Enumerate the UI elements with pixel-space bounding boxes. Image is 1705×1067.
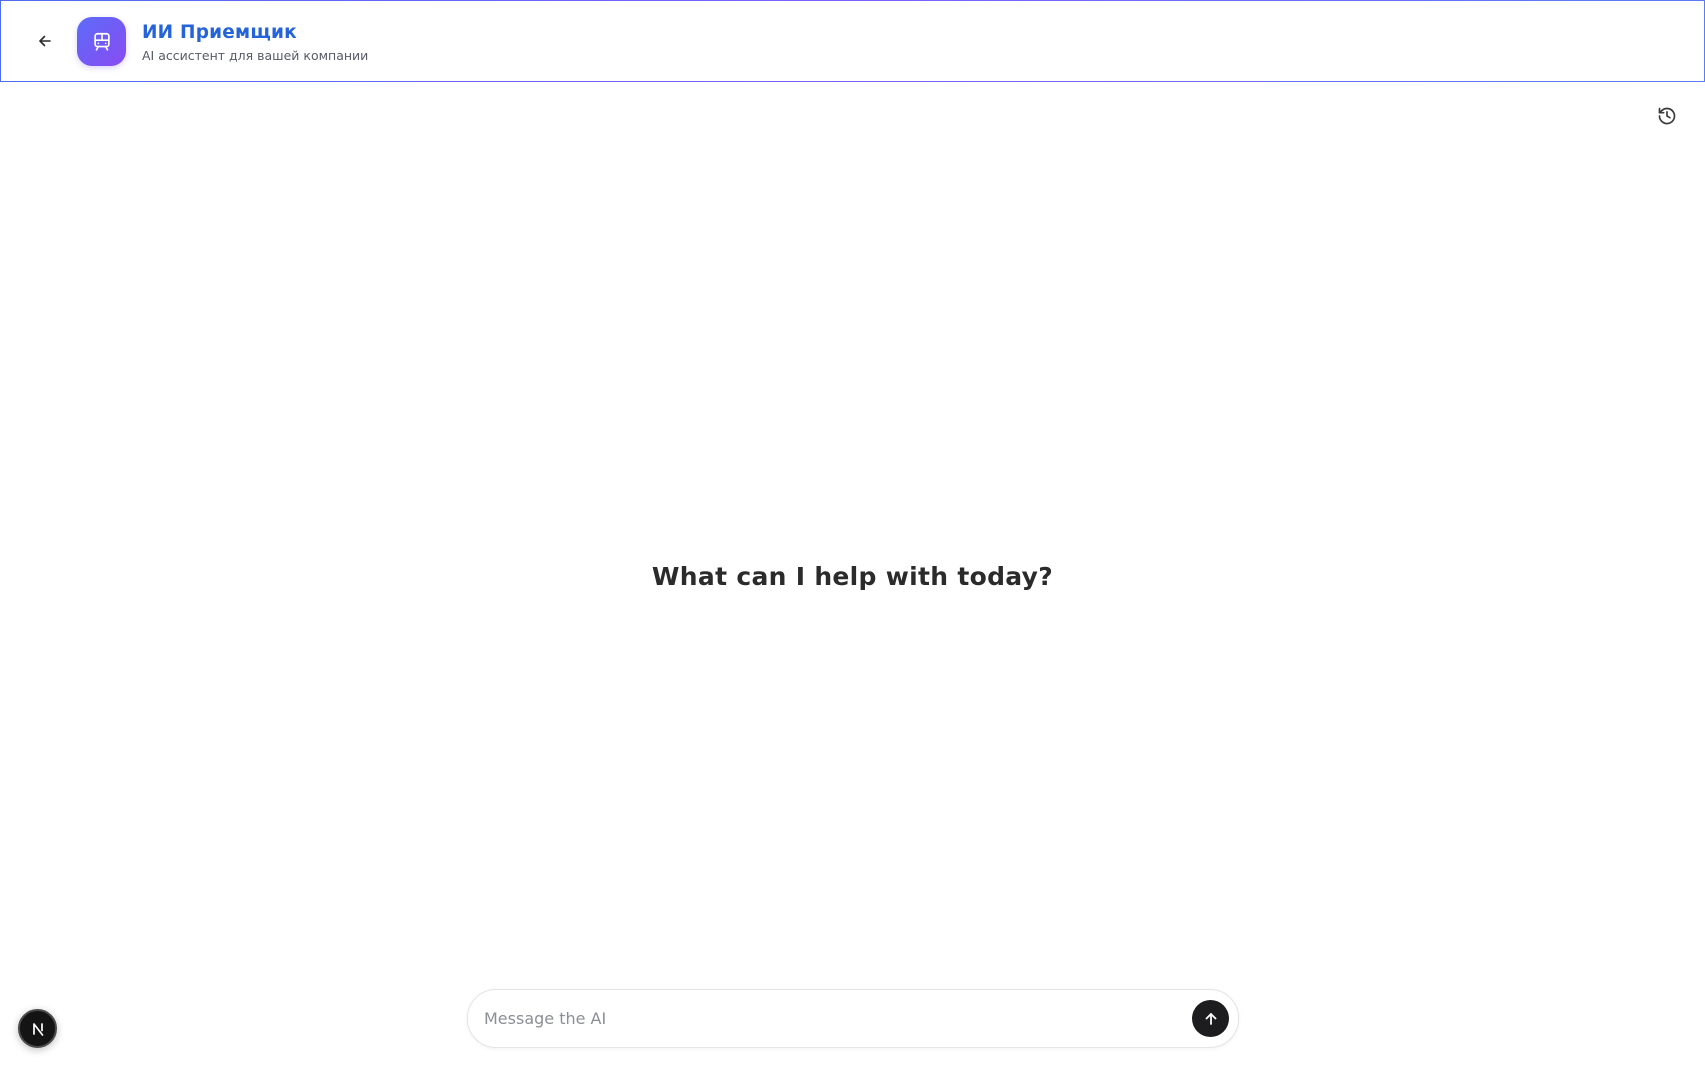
welcome-heading: What can I help with today? [651, 562, 1054, 591]
history-icon [1658, 107, 1676, 125]
app-header: ИИ Приемщик AI ассистент для вашей компа… [0, 0, 1705, 82]
nextjs-dev-badge[interactable] [18, 1009, 57, 1048]
message-composer [467, 989, 1239, 1048]
header-inner: ИИ Приемщик AI ассистент для вашей компа… [1, 1, 1704, 81]
app-logo [77, 17, 126, 66]
app-title: ИИ Приемщик [142, 22, 297, 43]
arrow-left-icon [39, 35, 51, 47]
back-button[interactable] [31, 27, 59, 55]
message-input[interactable] [484, 990, 1174, 1047]
history-button[interactable] [1654, 103, 1680, 129]
nextjs-logo-icon [32, 1022, 43, 1036]
app-subtitle: AI ассистент для вашей компании [142, 48, 369, 63]
arrow-up-icon [1205, 1012, 1216, 1025]
train-icon [93, 32, 110, 51]
app-root: ИИ Приемщик AI ассистент для вашей компа… [0, 0, 1705, 1067]
send-button[interactable] [1192, 1000, 1229, 1037]
